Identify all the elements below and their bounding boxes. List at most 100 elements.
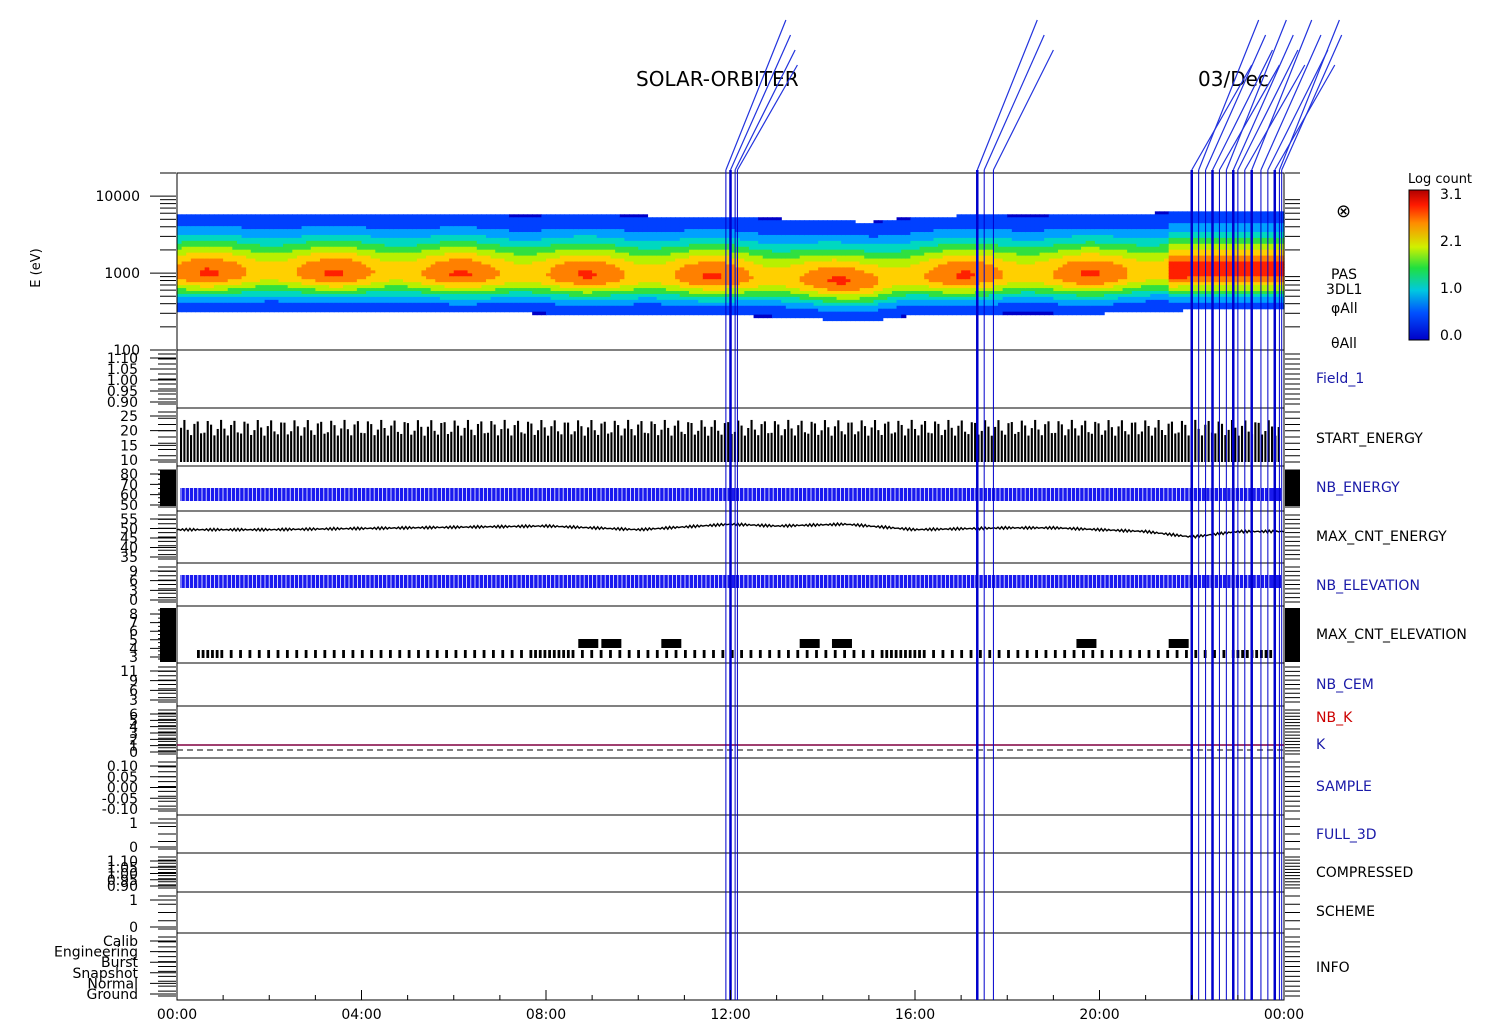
spectrogram-cell xyxy=(781,314,787,319)
spectrogram-cell xyxy=(356,308,363,313)
spectrogram-cell xyxy=(269,308,275,313)
spectrogram-cell xyxy=(675,311,681,316)
spectrogram-cell xyxy=(366,308,372,313)
spectrogram-cell xyxy=(315,308,321,313)
spectrogram-cell xyxy=(822,317,828,322)
spectrogram-cell xyxy=(633,311,639,316)
spectrogram-cell xyxy=(361,308,367,313)
spectrogram-cell xyxy=(209,308,215,313)
spectrogram-cell xyxy=(333,308,340,313)
spectrogram-cell xyxy=(744,311,750,316)
spectrogram-cell xyxy=(582,311,589,316)
spectrogram-cell xyxy=(610,311,616,316)
spectrogram-cell xyxy=(739,311,745,316)
spectrogram-cell xyxy=(264,308,270,313)
spectrogram-cell xyxy=(592,311,598,316)
spectrogram-cell xyxy=(200,308,206,313)
spectrogram-cell xyxy=(490,308,496,313)
spectrogram-cell xyxy=(532,311,538,316)
spectrogram-cell xyxy=(587,311,593,316)
spectrogram-cell xyxy=(619,311,626,316)
spectrogram-cell xyxy=(855,317,861,322)
spectrogram-cell xyxy=(785,314,792,319)
spectrogram-cell xyxy=(412,308,418,313)
spectrogram-cell xyxy=(472,308,478,313)
spectrogram-cell xyxy=(541,311,547,316)
spectrogram-cell xyxy=(513,308,519,313)
spectrogram-cell xyxy=(656,311,662,316)
spectrogram-cell xyxy=(186,308,192,313)
spectrogram-cell xyxy=(481,308,487,313)
chart-canvas: SOLAR-ORBITER 03/Dec 100001000100 1.101.… xyxy=(29,19,1472,1020)
spectrogram-cell xyxy=(190,308,197,313)
spectrogram-cell xyxy=(527,308,533,313)
spectrogram-cell xyxy=(343,308,349,313)
spectrogram-cell xyxy=(324,308,330,313)
spectrogram-cell xyxy=(347,308,353,313)
spectrogram-cell xyxy=(836,317,842,322)
spectrogram-cell xyxy=(559,311,566,316)
spectrogram-cell xyxy=(462,308,469,313)
spectrogram-cell xyxy=(292,308,298,313)
spectrogram-cell xyxy=(518,308,524,313)
spectrogram-cell xyxy=(555,311,561,316)
spectrogram-cell xyxy=(416,308,423,313)
spectrogram-cell xyxy=(458,308,464,313)
spectrogram-cell xyxy=(329,308,335,313)
spectrogram-cell xyxy=(629,311,635,316)
spectrogram-cell xyxy=(661,311,667,316)
spectrogram-cell xyxy=(195,308,201,313)
spectrogram-cell xyxy=(790,314,796,319)
spectrogram-cell xyxy=(421,308,427,313)
spectrogram-cell xyxy=(227,308,233,313)
spectrogram-cell xyxy=(250,308,257,313)
spectrogram-cell xyxy=(204,308,210,313)
spectrogram-cell xyxy=(601,311,607,316)
spectrogram-cell xyxy=(569,311,575,316)
spectrogram-cell xyxy=(550,311,556,316)
spectrogram-cell xyxy=(486,308,492,313)
spectrogram-cell xyxy=(859,317,865,322)
spectrogram-cell xyxy=(375,308,381,313)
spectrogram-cell xyxy=(605,311,612,316)
spectrogram-cell xyxy=(236,308,243,313)
spectrogram-cell xyxy=(213,308,220,313)
spectrogram-cell xyxy=(670,311,676,316)
spectrogram-cell xyxy=(818,314,824,319)
spectrogram-cell xyxy=(495,308,501,313)
spectrogram-cell xyxy=(642,311,649,316)
spectrogram-cell xyxy=(177,308,183,313)
spectrogram-cell xyxy=(273,308,280,313)
spectrogram-cell xyxy=(564,311,570,316)
spectrogram-cell xyxy=(278,308,284,313)
spectrogram-cell xyxy=(444,308,450,313)
spectrogram-cell xyxy=(255,308,261,313)
spectrogram-cell xyxy=(435,308,441,313)
spectrogram-cell xyxy=(352,308,358,313)
spectrogram-cell xyxy=(509,308,515,313)
spectrogram-cell xyxy=(430,308,436,313)
spectrogram-cell xyxy=(218,308,224,313)
spectrogram-cell xyxy=(370,308,376,313)
spectrogram-cell xyxy=(319,308,326,313)
spectrogram-cell xyxy=(573,311,579,316)
spectrogram-cell xyxy=(476,308,483,313)
spectrogram-cell xyxy=(753,314,759,319)
spectrogram-cell xyxy=(578,311,584,316)
spectrogram-cell xyxy=(813,314,819,319)
spectrogram-cell xyxy=(693,311,699,316)
spectrogram-cell xyxy=(426,308,432,313)
spectrogram-cell xyxy=(707,311,713,316)
spectrogram-cell xyxy=(679,311,685,316)
spectrogram-cell xyxy=(310,308,316,313)
spectrogram-cell xyxy=(596,311,602,316)
spectrogram-cell xyxy=(827,317,833,322)
spectrogram-cell xyxy=(831,317,838,322)
spectrogram-cell xyxy=(296,308,303,313)
spectrogram-cell xyxy=(403,308,409,313)
spectrogram-cell xyxy=(260,308,266,313)
spectrogram-cell xyxy=(702,311,709,316)
spectrogram-cell xyxy=(652,311,658,316)
spectrogram-cell xyxy=(808,314,815,319)
spectrogram-cell xyxy=(522,308,529,313)
